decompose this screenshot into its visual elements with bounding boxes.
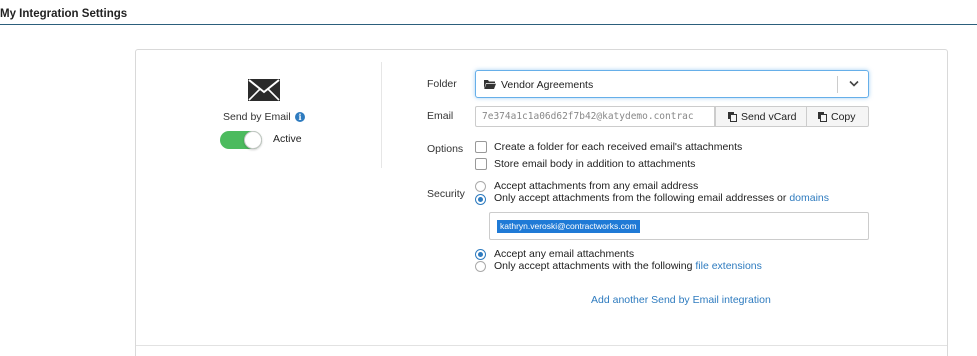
accept-any-attachment-label: Accept any email attachments — [494, 248, 635, 260]
security-label: Security — [427, 188, 465, 200]
copy-button[interactable]: Copy — [806, 106, 869, 127]
create-folder-label: Create a folder for each received email'… — [494, 141, 743, 153]
only-listed-addresses-label: Only accept attachments from the followi… — [494, 192, 829, 204]
status-label: Active — [273, 133, 302, 145]
title-divider — [0, 24, 977, 25]
chevron-down-icon[interactable] — [849, 80, 859, 88]
copy-icon — [728, 112, 737, 122]
toggle-knob — [244, 131, 262, 149]
folder-label: Folder — [427, 78, 457, 90]
email-tag[interactable]: kathryn.veroski@contractworks.com — [497, 220, 640, 233]
allowed-addresses-input[interactable]: kathryn.veroski@contractworks.com — [489, 212, 869, 240]
store-body-checkbox[interactable] — [475, 158, 487, 170]
send-vcard-label: Send vCard — [741, 111, 797, 123]
select-separator — [837, 76, 838, 93]
email-address-value: 7e374a1c1a06d62f7b42@katydemo.contrac — [482, 111, 694, 122]
folder-value: Vendor Agreements — [501, 79, 594, 91]
email-label: Email — [427, 110, 454, 122]
only-listed-addresses-radio[interactable] — [475, 194, 486, 205]
column-divider — [381, 62, 382, 168]
add-integration-link[interactable]: Add another Send by Email integration — [591, 294, 771, 306]
folder-select[interactable]: Vendor Agreements — [475, 70, 869, 98]
accept-any-attachment-radio[interactable] — [475, 249, 486, 260]
domains-link[interactable]: domains — [789, 192, 829, 204]
integration-summary: Send by Email i Active — [136, 50, 382, 170]
page-title: My Integration Settings — [0, 8, 128, 20]
send-vcard-button[interactable]: Send vCard — [715, 106, 807, 127]
panel-divider — [136, 345, 947, 346]
store-body-label: Store email body in addition to attachme… — [494, 158, 696, 170]
integration-name: Send by Email — [223, 111, 291, 123]
integration-panel: Send by Email i Active Folder Vendor Agr… — [135, 49, 948, 356]
only-listed-extensions-radio[interactable] — [475, 261, 486, 272]
options-label: Options — [427, 143, 464, 155]
only-listed-extensions-label: Only accept attachments with the followi… — [494, 260, 762, 272]
active-toggle[interactable] — [220, 131, 262, 149]
email-address-field[interactable]: 7e374a1c1a06d62f7b42@katydemo.contrac — [475, 106, 715, 127]
only-listed-addresses-text: Only accept attachments from the followi… — [494, 192, 787, 204]
file-extensions-link[interactable]: file extensions — [695, 260, 762, 272]
info-icon[interactable]: i — [295, 112, 305, 122]
accept-any-address-radio[interactable] — [475, 181, 486, 192]
copy-icon — [818, 112, 827, 122]
create-folder-checkbox[interactable] — [475, 141, 487, 153]
accept-any-address-label: Accept attachments from any email addres… — [494, 180, 699, 192]
copy-label: Copy — [831, 111, 856, 123]
envelope-icon — [248, 79, 280, 101]
only-listed-extensions-text: Only accept attachments with the followi… — [494, 260, 693, 272]
folder-icon — [484, 80, 496, 89]
